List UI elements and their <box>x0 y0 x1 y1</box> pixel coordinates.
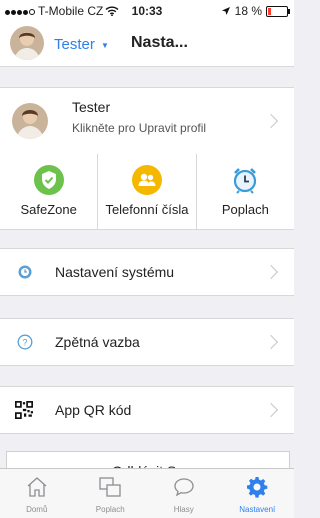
chevron-right-icon <box>263 334 279 350</box>
gear-icon <box>247 477 268 498</box>
chevron-right-icon <box>263 402 279 418</box>
safezone-button[interactable]: SafeZone <box>0 154 99 229</box>
tab-home[interactable]: Domů <box>0 469 74 518</box>
question-icon: ? <box>17 334 33 350</box>
safezone-label: SafeZone <box>20 202 77 217</box>
tab-voices[interactable]: Hlasy <box>147 469 221 518</box>
tab-label: Nastavení <box>239 505 276 514</box>
system-settings-row[interactable]: Nastavení systému <box>0 248 294 296</box>
system-settings-label: Nastavení systému <box>55 264 175 280</box>
tab-settings[interactable]: Nastavení <box>221 469 295 518</box>
tab-label: Domů <box>26 505 48 514</box>
avatar[interactable] <box>10 26 44 60</box>
tab-alarm[interactable]: Poplach <box>74 469 148 518</box>
tab-label: Poplach <box>95 505 125 514</box>
quick-actions: SafeZone Telefonní čísla Poplach <box>0 154 294 230</box>
phone-numbers-label: Telefonní čísla <box>105 202 189 217</box>
feedback-row[interactable]: ? Zpětná vazba <box>0 318 294 366</box>
contacts-icon <box>131 165 162 195</box>
qr-code-label: App QR kód <box>55 402 132 418</box>
location-arrow-icon <box>221 7 230 15</box>
alarm-clock-icon <box>234 168 257 194</box>
profile-row[interactable]: Tester Klikněte pro Upravit profil <box>0 87 294 155</box>
home-icon <box>27 477 47 497</box>
chevron-right-icon <box>263 113 279 129</box>
chevron-right-icon <box>263 264 279 280</box>
profile-avatar <box>12 103 48 139</box>
alarm-button[interactable]: Poplach <box>197 154 294 229</box>
svg-text:?: ? <box>22 338 27 348</box>
edit-profile-hint: Klikněte pro Upravit profil <box>72 121 207 135</box>
battery-percent: 18 % <box>234 4 262 18</box>
shield-check-icon <box>33 165 64 195</box>
chat-bubble-icon <box>174 478 194 497</box>
feedback-label: Zpětná vazba <box>55 334 140 350</box>
clock-settings-icon <box>18 265 32 279</box>
page-title: Nasta... <box>131 34 188 51</box>
tab-label: Hlasy <box>173 505 194 514</box>
battery-icon <box>266 5 290 17</box>
caret-down-icon[interactable]: ▼ <box>101 41 109 50</box>
alarm-tab-icon <box>99 477 121 497</box>
profile-name: Tester <box>72 99 111 115</box>
account-switcher[interactable]: Tester <box>54 36 95 53</box>
navigation-bar: Tester ▼ Nasta... <box>0 20 294 67</box>
phone-numbers-button[interactable]: Telefonní čísla <box>98 154 197 229</box>
qr-code-icon <box>15 401 33 419</box>
alarm-label: Poplach <box>221 202 269 217</box>
qr-code-row[interactable]: App QR kód <box>0 386 294 434</box>
status-bar: T-Mobile CZ 10:33 18 % <box>0 0 294 20</box>
tab-bar: Domů Poplach Hlasy Nastavení <box>0 468 294 518</box>
